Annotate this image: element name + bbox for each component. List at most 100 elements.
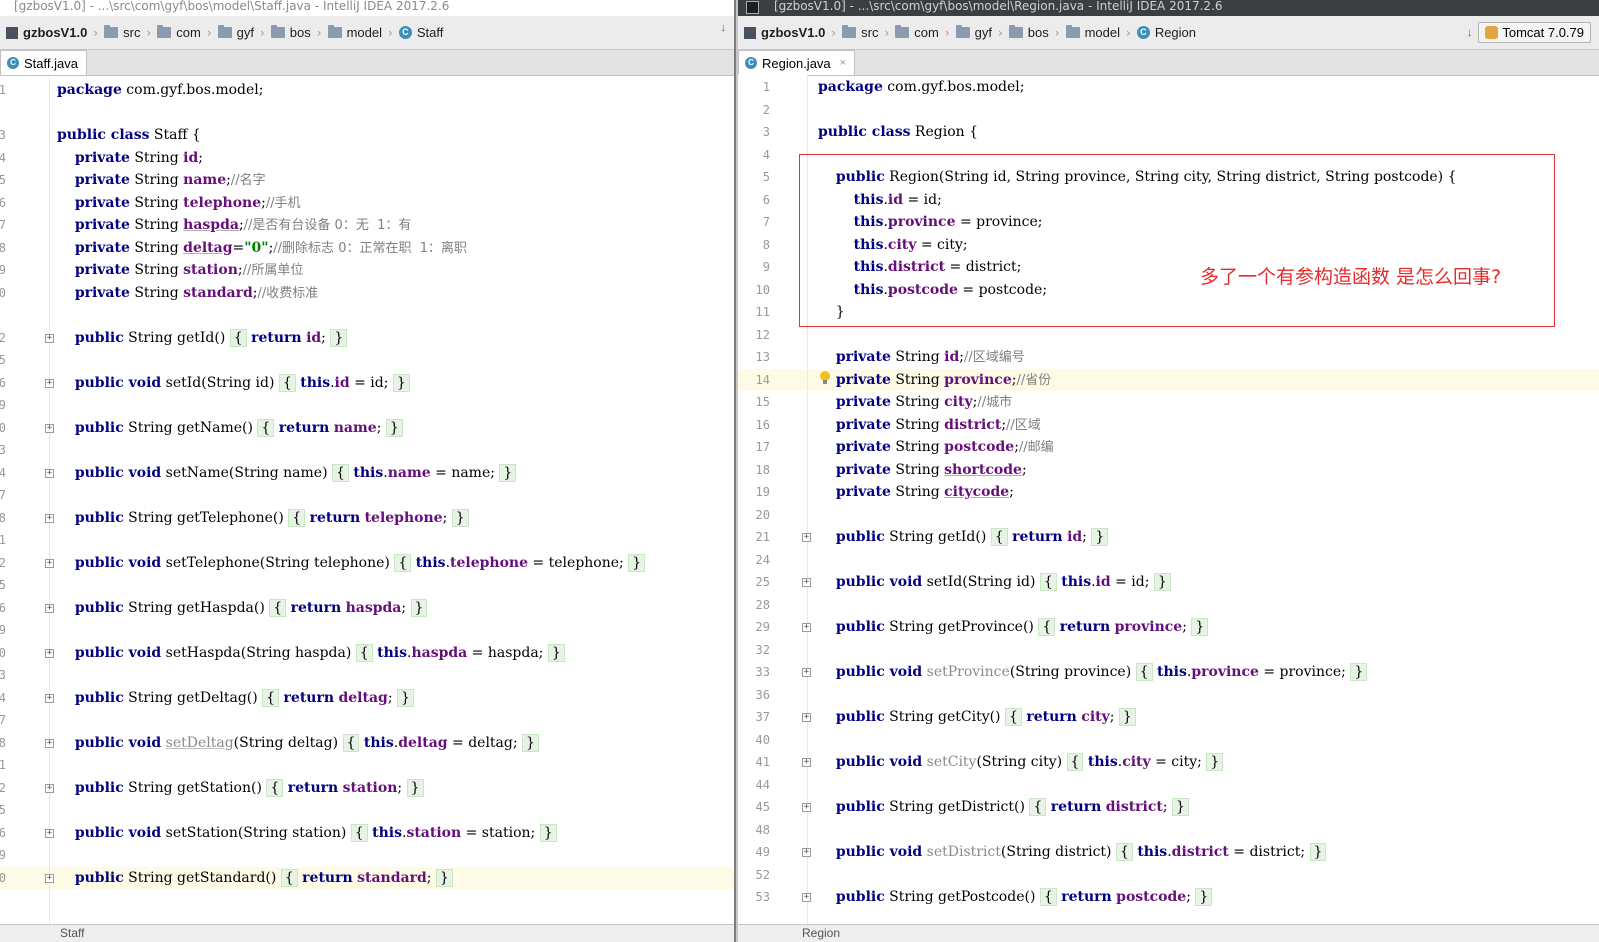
code-line[interactable]: public void setHaspda(String haspda) { t… [50,642,734,665]
fold-expand-icon[interactable]: + [802,848,811,857]
code-line[interactable]: private String standard;//收费标准 [50,282,734,305]
code-line[interactable]: public String getStandard() { return sta… [50,866,734,889]
code-line[interactable]: private String haspda;//是否有台设备 0：无 1：有 [50,214,734,237]
code-line[interactable]: public void setStation(String station) {… [50,822,734,845]
fold-expand-icon[interactable]: + [45,648,54,658]
fold-expand-icon[interactable]: + [45,378,54,388]
code-line[interactable] [50,394,734,417]
code-line[interactable]: package com.gyf.bos.model; [808,76,1599,99]
code-line[interactable]: public String getDeltag() { return delta… [50,687,734,710]
code-editor[interactable]: 1345678902569034781256903478125690 packa… [0,77,734,924]
fold-expand-icon[interactable]: + [45,423,54,433]
code-line[interactable] [50,439,734,462]
fold-expand-icon[interactable]: + [45,783,54,793]
code-line[interactable]: public String getName() { return name; } [50,417,734,440]
code-line[interactable]: private String district;//区域 [808,414,1599,437]
code-line[interactable] [808,819,1599,842]
code-line[interactable]: private String city;//城市 [808,391,1599,414]
code-line[interactable] [50,529,734,552]
code-line[interactable]: public void setTelephone(String telephon… [50,552,734,575]
fold-expand-icon[interactable]: + [802,623,811,632]
code-line[interactable] [808,684,1599,707]
code-line[interactable]: private String province;//省份 [808,368,1599,391]
fold-expand-icon[interactable]: + [802,893,811,902]
code-line[interactable] [50,844,734,867]
code-line[interactable]: public void setId(String id) { this.id =… [50,372,734,395]
breadcrumb-item[interactable]: src [842,25,878,40]
code-line[interactable] [50,574,734,597]
code-line[interactable]: public String getProvince() { return pro… [808,616,1599,639]
code-line[interactable]: private String telephone;//手机 [50,192,734,215]
code-line[interactable]: private String station;//所属单位 [50,259,734,282]
code-line[interactable] [808,99,1599,122]
status-label[interactable]: Staff [60,926,84,940]
breadcrumb-item[interactable]: model [1065,25,1120,40]
breadcrumb-item[interactable]: gzbosV1.0 [744,25,825,40]
code-line[interactable] [50,754,734,777]
code-line[interactable] [808,729,1599,752]
code-line[interactable] [808,774,1599,797]
code-line[interactable]: public void setDeltag(String deltag) { t… [50,732,734,755]
code-line[interactable]: public String getId() { return id; } [808,526,1599,549]
code-line[interactable]: private String id;//区域编号 [808,346,1599,369]
fold-expand-icon[interactable]: + [45,828,54,838]
status-label[interactable]: Region [802,926,840,940]
close-tab-icon[interactable]: × [840,57,846,69]
code-area[interactable]: package com.gyf.bos.model; public class S… [50,77,734,924]
code-line[interactable] [808,549,1599,572]
code-line[interactable] [808,864,1599,887]
code-line[interactable]: private String id; [50,147,734,170]
fold-expand-icon[interactable]: + [45,693,54,703]
fold-expand-icon[interactable]: + [45,513,54,523]
code-line[interactable]: private String postcode;//邮编 [808,436,1599,459]
breadcrumb-item[interactable]: model [327,25,382,40]
run-configuration-selector[interactable]: Tomcat 7.0.79 [1478,22,1591,43]
code-line[interactable]: private String name;//名字 [50,169,734,192]
fold-expand-icon[interactable]: + [45,558,54,568]
fold-expand-icon[interactable]: + [802,758,811,767]
breadcrumb-item[interactable]: gzbosV1.0 [6,25,87,40]
fold-expand-icon[interactable]: + [45,603,54,613]
code-line[interactable]: public class Region { [808,121,1599,144]
code-line[interactable] [50,709,734,732]
code-line[interactable]: public String getDistrict() { return dis… [808,796,1599,819]
code-line[interactable]: private String deltag="0";//删除标志 0：正常在职 … [50,237,734,260]
breadcrumb-item[interactable]: bos [1008,25,1049,40]
code-line[interactable] [50,304,734,327]
fold-expand-icon[interactable]: + [45,873,54,883]
fold-expand-icon[interactable]: + [802,668,811,677]
code-line[interactable]: public class Staff { [50,124,734,147]
fold-expand-icon[interactable]: + [802,803,811,812]
fold-expand-icon[interactable]: + [802,713,811,722]
code-line[interactable] [50,484,734,507]
code-line[interactable]: private String citycode; [808,481,1599,504]
fold-expand-icon[interactable]: + [45,333,54,343]
fold-expand-icon[interactable]: + [802,578,811,587]
sort-icon[interactable]: ↓ [721,22,727,34]
code-line[interactable]: package com.gyf.bos.model; [50,79,734,102]
code-line[interactable] [50,799,734,822]
code-line[interactable]: public String getHaspda() { return haspd… [50,597,734,620]
code-line[interactable] [808,639,1599,662]
fold-expand-icon[interactable]: + [45,468,54,478]
code-editor[interactable]: 1 2 3 4 5 6 7 8 9 10 11 12 13 14 15 16 17 18 19 20 21 24 25 28 2… [738,74,1599,924]
code-line[interactable]: private String shortcode; [808,459,1599,482]
code-line[interactable] [50,349,734,372]
code-line[interactable]: public void setName(String name) { this.… [50,462,734,485]
breadcrumb-item[interactable]: C Region [1136,25,1196,40]
lightbulb-icon[interactable] [820,371,830,384]
fold-expand-icon[interactable]: + [45,738,54,748]
fold-expand-icon[interactable]: + [802,533,811,542]
breadcrumb-item[interactable]: C Staff [398,25,443,40]
code-line[interactable]: public String getPostcode() { return pos… [808,886,1599,909]
code-line[interactable]: public String getCity() { return city; } [808,706,1599,729]
breadcrumb-item[interactable]: src [104,25,140,40]
code-line[interactable] [50,102,734,125]
sort-icon[interactable]: ↓ [1467,27,1473,39]
code-line[interactable] [50,619,734,642]
code-line[interactable]: public void setDistrict(String district)… [808,841,1599,864]
code-line[interactable]: public void setCity(String city) { this.… [808,751,1599,774]
breadcrumb-item[interactable]: bos [270,25,311,40]
code-line[interactable]: public String getTelephone() { return te… [50,507,734,530]
code-line[interactable]: public void setId(String id) { this.id =… [808,571,1599,594]
